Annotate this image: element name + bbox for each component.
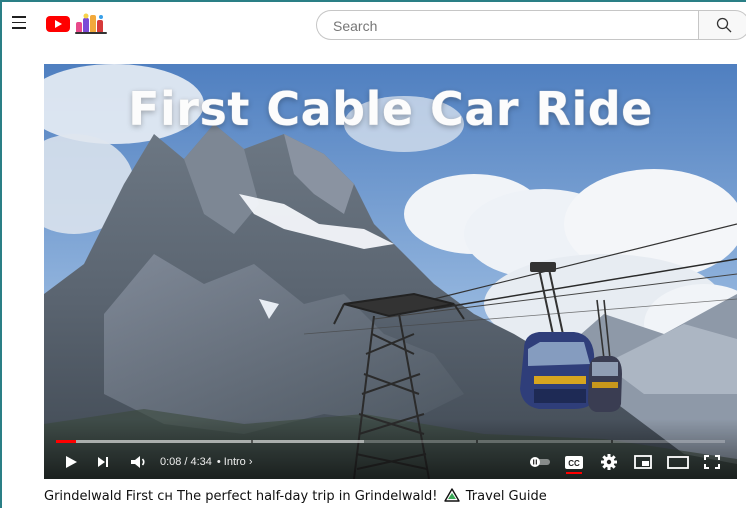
- search-button[interactable]: [698, 10, 746, 40]
- chapter-separator: •: [216, 456, 221, 468]
- hamburger-menu-icon[interactable]: [12, 16, 26, 30]
- captions-icon[interactable]: CC: [563, 450, 585, 474]
- browser-window: First Cable Car Ride 0:08/4:34 •Intro ›: [2, 2, 746, 508]
- masthead: [2, 2, 746, 48]
- theater-mode-icon[interactable]: [666, 450, 690, 474]
- search-icon: [716, 17, 732, 33]
- autoplay-toggle-icon[interactable]: [528, 450, 552, 474]
- search-box: [316, 10, 698, 41]
- miniplayer-icon[interactable]: [632, 450, 654, 474]
- captions-active-indicator: [566, 472, 582, 474]
- volume-icon[interactable]: [128, 450, 150, 474]
- chapter-marker: [476, 440, 478, 443]
- video-title-main: Grindelwald First ᴄʜ The perfect half-da…: [44, 489, 438, 504]
- chapter-marker: [611, 440, 613, 443]
- progress-bar[interactable]: [56, 440, 725, 443]
- play-icon[interactable]: [62, 450, 80, 474]
- next-icon[interactable]: [94, 450, 112, 474]
- doodle-icon[interactable]: [74, 12, 110, 36]
- progress-played: [56, 440, 77, 443]
- progress-buffered: [56, 440, 364, 443]
- search-input[interactable]: [331, 11, 675, 41]
- video-player[interactable]: First Cable Car Ride 0:08/4:34 •Intro ›: [44, 64, 737, 479]
- video-title: Grindelwald First ᴄʜ The perfect half-da…: [44, 488, 547, 504]
- current-time: 0:08: [160, 456, 182, 468]
- fullscreen-icon[interactable]: [702, 450, 722, 474]
- duration: 4:34: [190, 456, 212, 468]
- time-display: 0:08/4:34 • Intro ›: [160, 456, 253, 468]
- chapter-marker: [251, 440, 253, 443]
- video-overlay-title: First Cable Car Ride: [128, 82, 653, 136]
- video-title-suffix: Travel Guide: [465, 489, 547, 504]
- warning-triangle-icon: [443, 488, 460, 502]
- svg-text:CC: CC: [568, 459, 580, 468]
- youtube-logo-icon[interactable]: [46, 15, 72, 33]
- chapter-button[interactable]: Intro ›: [224, 456, 253, 468]
- settings-gear-icon[interactable]: [598, 450, 620, 474]
- time-separator: /: [184, 456, 188, 468]
